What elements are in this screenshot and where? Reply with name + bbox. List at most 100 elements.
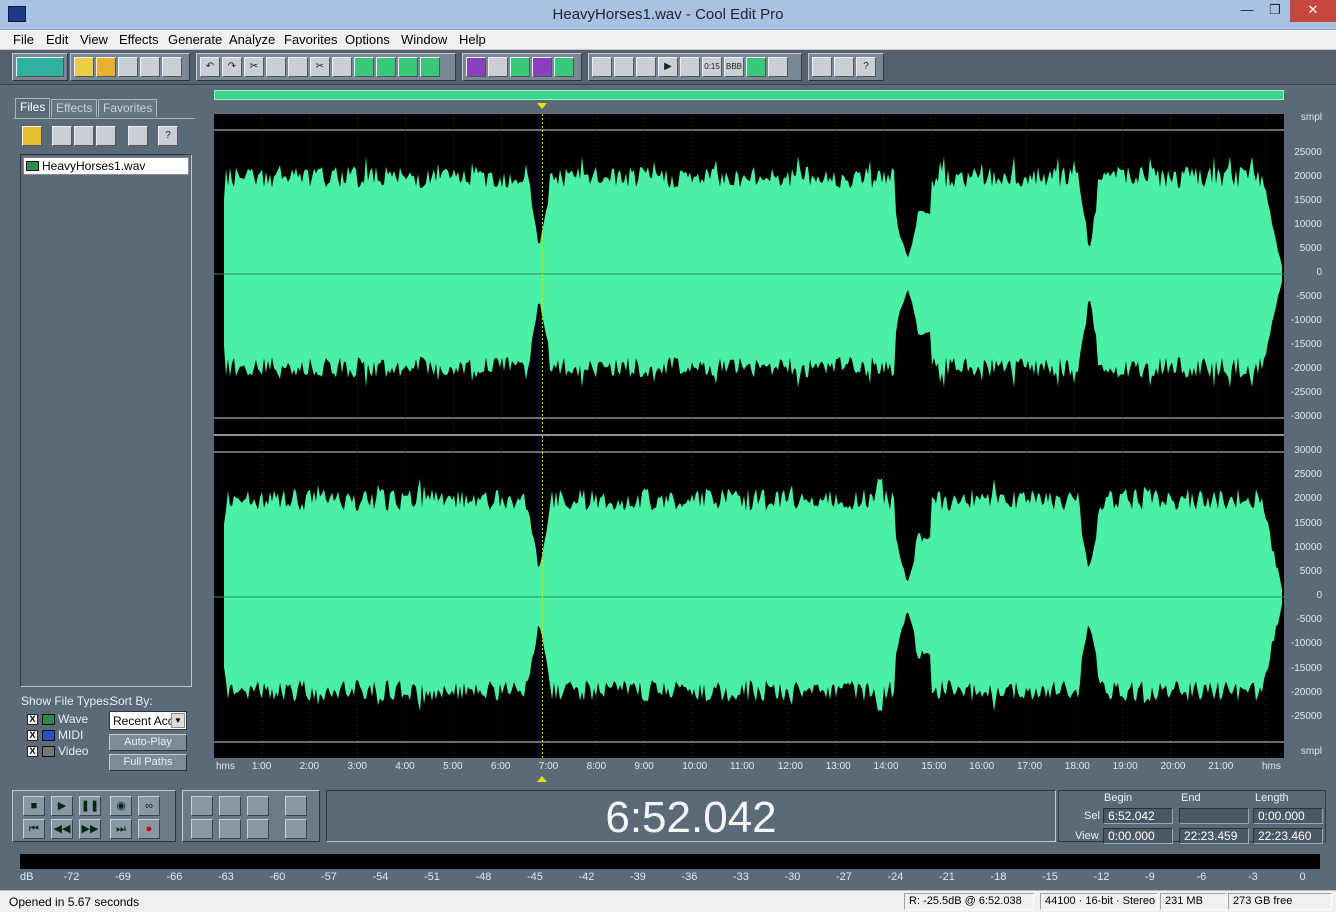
envelope-icon[interactable] <box>466 57 486 77</box>
stop-icon[interactable]: ■ <box>23 796 45 816</box>
paste-icon[interactable] <box>332 57 352 77</box>
vertical-zoom-out-icon[interactable] <box>285 819 307 839</box>
menu-help[interactable]: Help <box>459 32 486 47</box>
view-length-field[interactable]: 22:23.460 <box>1253 828 1323 844</box>
left-channel[interactable] <box>214 114 1284 434</box>
copy-icon[interactable] <box>266 57 286 77</box>
maximize-button[interactable]: ❐ <box>1262 0 1288 22</box>
close-button[interactable]: ✕ <box>1290 0 1336 22</box>
channel-mix-icon[interactable] <box>510 57 530 77</box>
sel-end-field[interactable] <box>1179 808 1249 824</box>
vertical-zoom-in-icon[interactable] <box>285 796 307 816</box>
options-icon[interactable] <box>128 126 148 146</box>
zoom-out-icon[interactable] <box>219 796 241 816</box>
wave-label: Wave <box>58 712 89 726</box>
go-to-start-icon[interactable]: ⏮ <box>23 819 45 839</box>
help-icon[interactable]: ? <box>856 57 876 77</box>
zoom-left-icon[interactable] <box>191 819 213 839</box>
level-meter-bar[interactable] <box>20 854 1320 869</box>
file-list: HeavyHorses1.wav <box>20 154 192 687</box>
list-item[interactable]: HeavyHorses1.wav <box>23 157 189 175</box>
find-icon[interactable] <box>680 57 700 77</box>
play-to-end-icon[interactable]: ◉ <box>110 796 132 816</box>
cursor-bottom-marker[interactable] <box>537 776 547 782</box>
paste-new-icon[interactable] <box>376 57 396 77</box>
play-icon[interactable]: ▶ <box>51 796 73 816</box>
undo-icon[interactable]: ↶ <box>200 57 220 77</box>
tab-effects[interactable]: Effects <box>51 99 98 117</box>
loop-paste-icon[interactable] <box>420 57 440 77</box>
cue-list-icon[interactable] <box>614 57 634 77</box>
preview-icon[interactable]: ▶ <box>658 57 678 77</box>
new-file-icon[interactable] <box>74 57 94 77</box>
info-icon[interactable] <box>768 57 788 77</box>
midi-checkbox[interactable]: X <box>27 730 38 741</box>
menu-effects[interactable]: Effects <box>119 32 159 47</box>
time-format-icon[interactable]: 0:15 <box>702 57 722 77</box>
fast-forward-icon[interactable]: ▶▶ <box>79 819 101 839</box>
redo-icon[interactable]: ↷ <box>222 57 242 77</box>
menu-analyze[interactable]: Analyze <box>229 32 275 47</box>
edit-file-icon[interactable] <box>96 126 116 146</box>
menu-edit[interactable]: Edit <box>46 32 68 47</box>
zoom-selection-icon[interactable] <box>247 819 269 839</box>
waveform-window-icon[interactable] <box>592 57 612 77</box>
go-to-end-icon[interactable]: ⏭ <box>110 819 132 839</box>
save-as-icon[interactable] <box>140 57 160 77</box>
menu-options[interactable]: Options <box>345 32 390 47</box>
show-file-types-label: Show File Types: <box>21 694 113 708</box>
cut-icon[interactable]: ✂ <box>244 57 264 77</box>
play-list-icon[interactable] <box>636 57 656 77</box>
open-file-icon[interactable] <box>96 57 116 77</box>
close-file-icon[interactable] <box>52 126 72 146</box>
chevron-down-icon[interactable]: ▼ <box>171 713 185 728</box>
script-icon[interactable] <box>834 57 854 77</box>
sort-by-select[interactable]: Recent Acc ▼ <box>109 711 187 730</box>
tab-files[interactable]: Files <box>15 98 51 118</box>
settings-icon[interactable] <box>812 57 832 77</box>
spectral-icon[interactable] <box>554 57 574 77</box>
view-end-field[interactable]: 22:23.459 <box>1179 828 1249 844</box>
menu-favorites[interactable]: Favorites <box>284 32 337 47</box>
view-begin-field[interactable]: 0:00.000 <box>1103 828 1173 844</box>
record-icon[interactable]: ● <box>138 819 160 839</box>
zoom-in-icon[interactable] <box>191 796 213 816</box>
waveform-editor[interactable]: smpl smpl 25000 20000 15000 10000 5000 0 -5000 -1… <box>214 86 1324 784</box>
rewind-icon[interactable]: ◀◀ <box>51 819 73 839</box>
open-folder-icon[interactable] <box>22 126 42 146</box>
overview-bar[interactable] <box>214 90 1284 100</box>
zoom-full-icon[interactable] <box>247 796 269 816</box>
wave-checkbox[interactable]: X <box>27 714 38 725</box>
trim-icon[interactable] <box>398 57 418 77</box>
menu-file[interactable]: File <box>13 32 34 47</box>
selection-view-panel: Begin End Length Sel View 6:52.042 0:00.… <box>1058 790 1326 844</box>
panel-help-icon[interactable]: ? <box>158 126 178 146</box>
sel-length-field[interactable]: 0:00.000 <box>1253 808 1323 824</box>
copy-to-new-icon[interactable] <box>288 57 308 77</box>
zoom-right-icon[interactable] <box>219 819 241 839</box>
video-checkbox[interactable]: X <box>27 746 38 757</box>
spectrum-icon[interactable]: BBB <box>724 57 744 77</box>
menu-generate[interactable]: Generate <box>168 32 222 47</box>
zoom-controls <box>182 790 320 842</box>
loop-icon[interactable]: ∞ <box>138 796 160 816</box>
waveform-view-toggle-icon[interactable] <box>16 57 64 77</box>
stereo-field-icon[interactable] <box>532 57 552 77</box>
auto-play-button[interactable]: Auto-Play <box>109 734 187 751</box>
full-paths-button[interactable]: Full Paths <box>109 754 187 771</box>
mix-paste-icon[interactable] <box>354 57 374 77</box>
frequency-icon[interactable] <box>746 57 766 77</box>
save-all-icon[interactable] <box>162 57 182 77</box>
tab-favorites[interactable]: Favorites <box>98 99 158 117</box>
normalize-icon[interactable] <box>488 57 508 77</box>
cursor-top-marker[interactable] <box>537 103 547 109</box>
pause-icon[interactable]: ❚❚ <box>79 796 101 816</box>
minimize-button[interactable]: — <box>1234 0 1260 22</box>
insert-icon[interactable] <box>74 126 94 146</box>
menu-window[interactable]: Window <box>401 32 447 47</box>
right-channel[interactable] <box>214 436 1284 758</box>
menu-view[interactable]: View <box>80 32 108 47</box>
save-icon[interactable] <box>118 57 138 77</box>
scissors-icon[interactable]: ✂ <box>310 57 330 77</box>
sel-begin-field[interactable]: 6:52.042 <box>1103 808 1173 824</box>
